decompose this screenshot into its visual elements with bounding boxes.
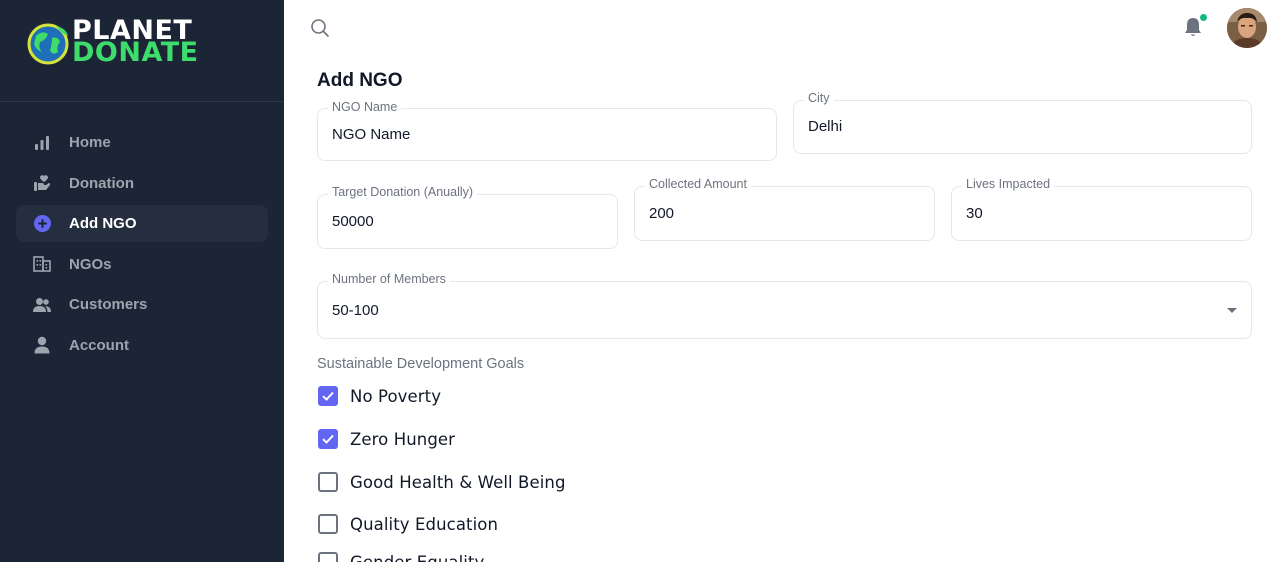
hand-heart-icon: [33, 174, 51, 192]
city-label: City: [804, 91, 834, 105]
sdg-label: Zero Hunger: [350, 429, 456, 449]
sidebar-item-label: NGOs: [69, 255, 112, 273]
sidebar-item-label: Home: [69, 134, 111, 151]
bar-chart-icon: [33, 134, 51, 152]
collected-amount-field[interactable]: Collected Amount 200: [634, 177, 935, 241]
lives-impacted-label: Lives Impacted: [962, 177, 1055, 191]
user-icon: [33, 336, 51, 354]
sdg-label: Gender Equality: [350, 552, 485, 562]
avatar-image: [1227, 8, 1267, 48]
sidebar-item-customers[interactable]: Customers: [16, 286, 268, 323]
sdg-checkbox-quality-education[interactable]: Quality Education: [317, 514, 498, 534]
members-select[interactable]: Number of Members 50-100: [317, 272, 1252, 339]
collected-amount-value[interactable]: 200: [649, 205, 674, 222]
sidebar-item-donation[interactable]: Donation: [16, 165, 268, 202]
sidebar-item-label: Customers: [69, 296, 148, 314]
sdg-checkbox-no-poverty[interactable]: No Poverty: [317, 386, 441, 406]
target-donation-label: Target Donation (Anually): [328, 185, 478, 199]
logo-line-2: DONATE: [72, 37, 199, 68]
sidebar: PLANET DONATE Home Donation Add NGO NGOs…: [0, 0, 284, 562]
chevron-down-icon[interactable]: [1227, 308, 1237, 313]
ngo-name-value[interactable]: NGO Name: [332, 126, 410, 143]
globe-logo-icon: [27, 23, 69, 65]
sidebar-item-label: Donation: [69, 174, 134, 192]
city-field[interactable]: City Delhi: [793, 91, 1252, 154]
sdg-checkbox-zero-hunger[interactable]: Zero Hunger: [317, 429, 455, 449]
ngo-name-field[interactable]: NGO Name NGO Name: [317, 100, 777, 161]
ngo-name-label: NGO Name: [328, 100, 402, 114]
sidebar-item-home[interactable]: Home: [16, 124, 268, 161]
sdg-label: Quality Education: [350, 514, 499, 534]
members-value: 50-100: [332, 302, 379, 319]
sidebar-item-ngos[interactable]: NGOs: [16, 246, 268, 283]
sdg-label: No Poverty: [350, 386, 442, 406]
target-donation-value[interactable]: 50000: [332, 213, 374, 230]
avatar[interactable]: [1227, 8, 1267, 48]
sdg-label: Good Health & Well Being: [350, 472, 566, 492]
sdg-checkbox-gender-equality[interactable]: Gender Equality: [317, 552, 484, 562]
notification-dot: [1200, 14, 1207, 21]
city-value[interactable]: Delhi: [808, 118, 842, 135]
sidebar-item-account[interactable]: Account: [16, 327, 268, 364]
checkbox-unchecked-icon[interactable]: [318, 472, 338, 492]
checkbox-unchecked-icon[interactable]: [318, 514, 338, 534]
checkbox-checked-icon[interactable]: [318, 429, 338, 449]
sidebar-nav: Home Donation Add NGO NGOs Customers Acc…: [16, 124, 268, 368]
logo-text: PLANET DONATE: [72, 17, 199, 68]
checkbox-checked-icon[interactable]: [318, 386, 338, 406]
page-title: Add NGO: [317, 70, 403, 91]
plus-circle-icon: [33, 215, 51, 233]
lives-impacted-field[interactable]: Lives Impacted 30: [951, 177, 1252, 241]
sdg-title: Sustainable Development Goals: [317, 356, 525, 372]
sdg-checkbox-good-health[interactable]: Good Health & Well Being: [317, 472, 566, 492]
collected-amount-label: Collected Amount: [645, 177, 751, 191]
users-icon: [33, 296, 51, 314]
sidebar-item-label: Add NGO: [69, 215, 137, 233]
sidebar-divider: [0, 101, 284, 102]
logo[interactable]: PLANET DONATE: [26, 17, 226, 70]
sidebar-item-add-ngo[interactable]: Add NGO: [16, 205, 268, 243]
search-icon[interactable]: [310, 18, 330, 38]
checkbox-unchecked-icon[interactable]: [318, 552, 338, 562]
sidebar-item-label: Account: [69, 336, 129, 354]
lives-impacted-value[interactable]: 30: [966, 205, 983, 222]
members-label: Number of Members: [328, 272, 450, 286]
building-icon: [33, 255, 51, 273]
target-donation-field[interactable]: Target Donation (Anually) 50000: [317, 185, 618, 249]
